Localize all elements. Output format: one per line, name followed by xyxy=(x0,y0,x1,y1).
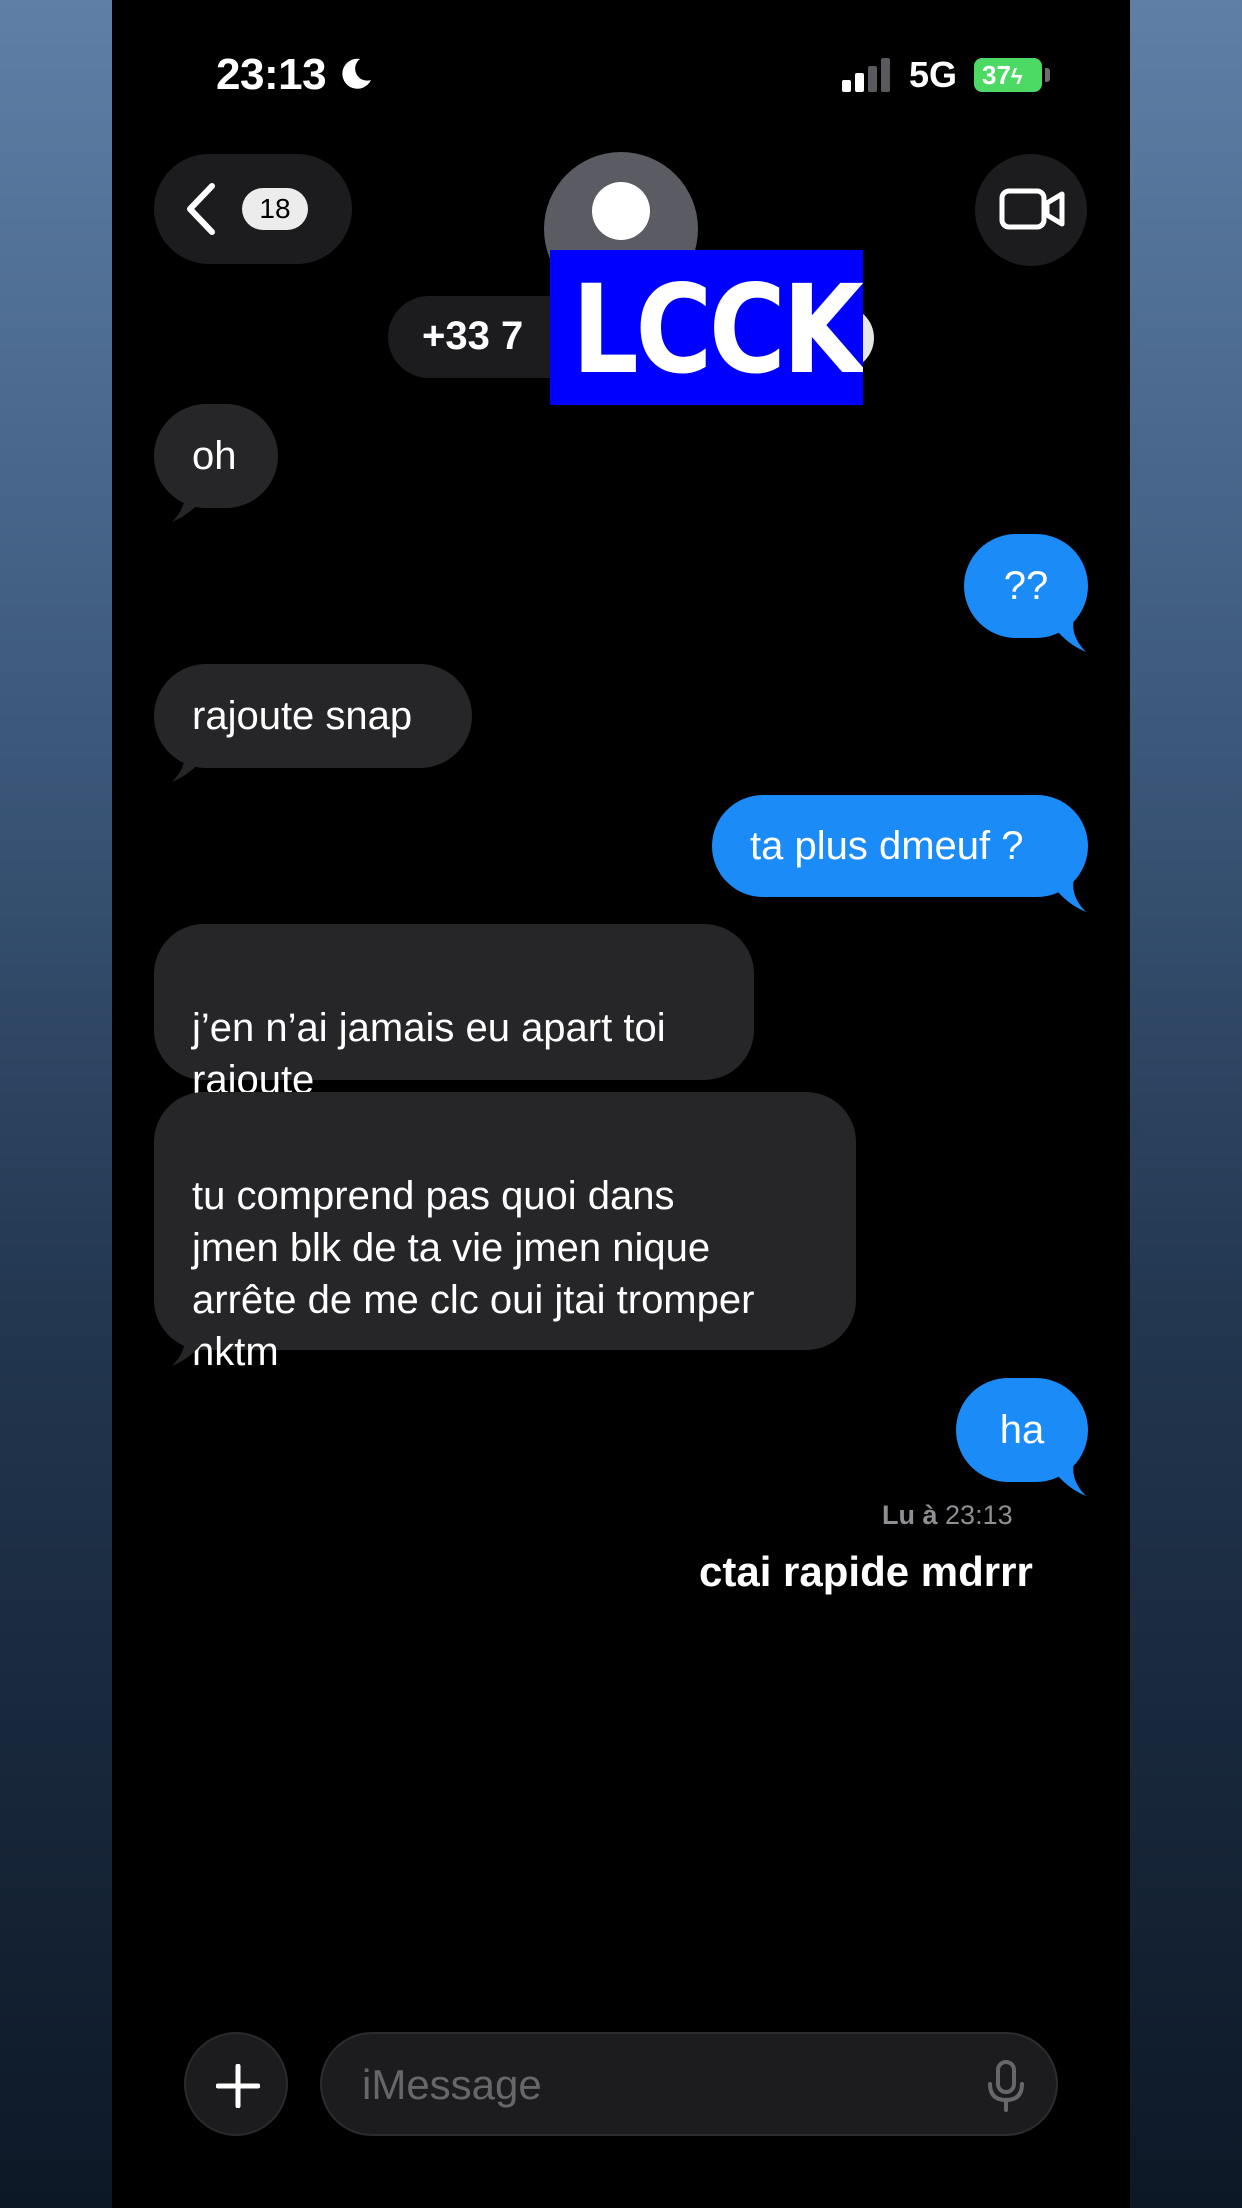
message-input-container[interactable] xyxy=(320,2032,1058,2136)
battery-tip xyxy=(1045,68,1050,82)
bubble-tail xyxy=(172,1332,210,1366)
censor-sticker: LCCK xyxy=(550,250,863,405)
add-attachment-button[interactable] xyxy=(184,2032,288,2136)
battery-level: 37 xyxy=(982,60,1011,90)
message-bubble-received[interactable]: tu comprend pas quoi dans jmen blk de ta… xyxy=(154,1092,856,1374)
signal-icon xyxy=(842,58,890,92)
read-receipt: Lu à 23:13 xyxy=(882,1500,1013,1531)
messages-screen: 23:13 5G 37ϟ 18 +33 7 LCCK oh ?? rajoute… xyxy=(112,0,1130,2208)
moon-icon xyxy=(342,58,371,89)
status-time: 23:13 xyxy=(216,50,327,99)
message-text: ?? xyxy=(1003,564,1049,608)
bubble-tail xyxy=(172,748,210,782)
message-text: ha xyxy=(999,1408,1045,1452)
message-input[interactable] xyxy=(360,2056,924,2114)
message-text: tu comprend pas quoi dans jmen blk de ta… xyxy=(192,1174,755,1374)
plus-icon xyxy=(216,2064,260,2108)
bubble-tail xyxy=(172,488,210,522)
network-type: 5G xyxy=(909,54,958,95)
bubble-tail xyxy=(1048,618,1086,652)
read-receipt-time: 23:13 xyxy=(945,1500,1013,1530)
message-text: rajoute snap xyxy=(192,694,413,738)
unread-count-badge: 18 xyxy=(242,188,308,230)
message-bubble-received[interactable]: j’en n’ai jamais eu apart toi rajoute xyxy=(154,924,754,1102)
read-receipt-label: Lu à xyxy=(882,1500,938,1530)
contact-name: +33 7 xyxy=(422,314,524,358)
chevron-left-icon xyxy=(187,183,215,235)
video-camera-icon xyxy=(999,188,1065,230)
message-text: j’en n’ai jamais eu apart toi rajoute xyxy=(192,1006,666,1102)
back-button[interactable]: 18 xyxy=(154,154,352,264)
overlay-caption: ctai rapide mdrrr xyxy=(699,1548,1033,1595)
message-bubble-sent[interactable]: ta plus dmeuf ? xyxy=(712,795,1088,897)
battery-icon: 37ϟ xyxy=(974,58,1042,92)
sticker-text: LCCK xyxy=(571,259,863,401)
bubble-tail xyxy=(1048,878,1086,912)
message-text: ta plus dmeuf ? xyxy=(750,824,1024,868)
microphone-icon[interactable] xyxy=(986,2060,1026,2112)
bubble-tail xyxy=(1048,1462,1086,1496)
facetime-button[interactable] xyxy=(975,154,1087,266)
person-icon xyxy=(592,182,650,240)
message-text: oh xyxy=(192,434,237,478)
